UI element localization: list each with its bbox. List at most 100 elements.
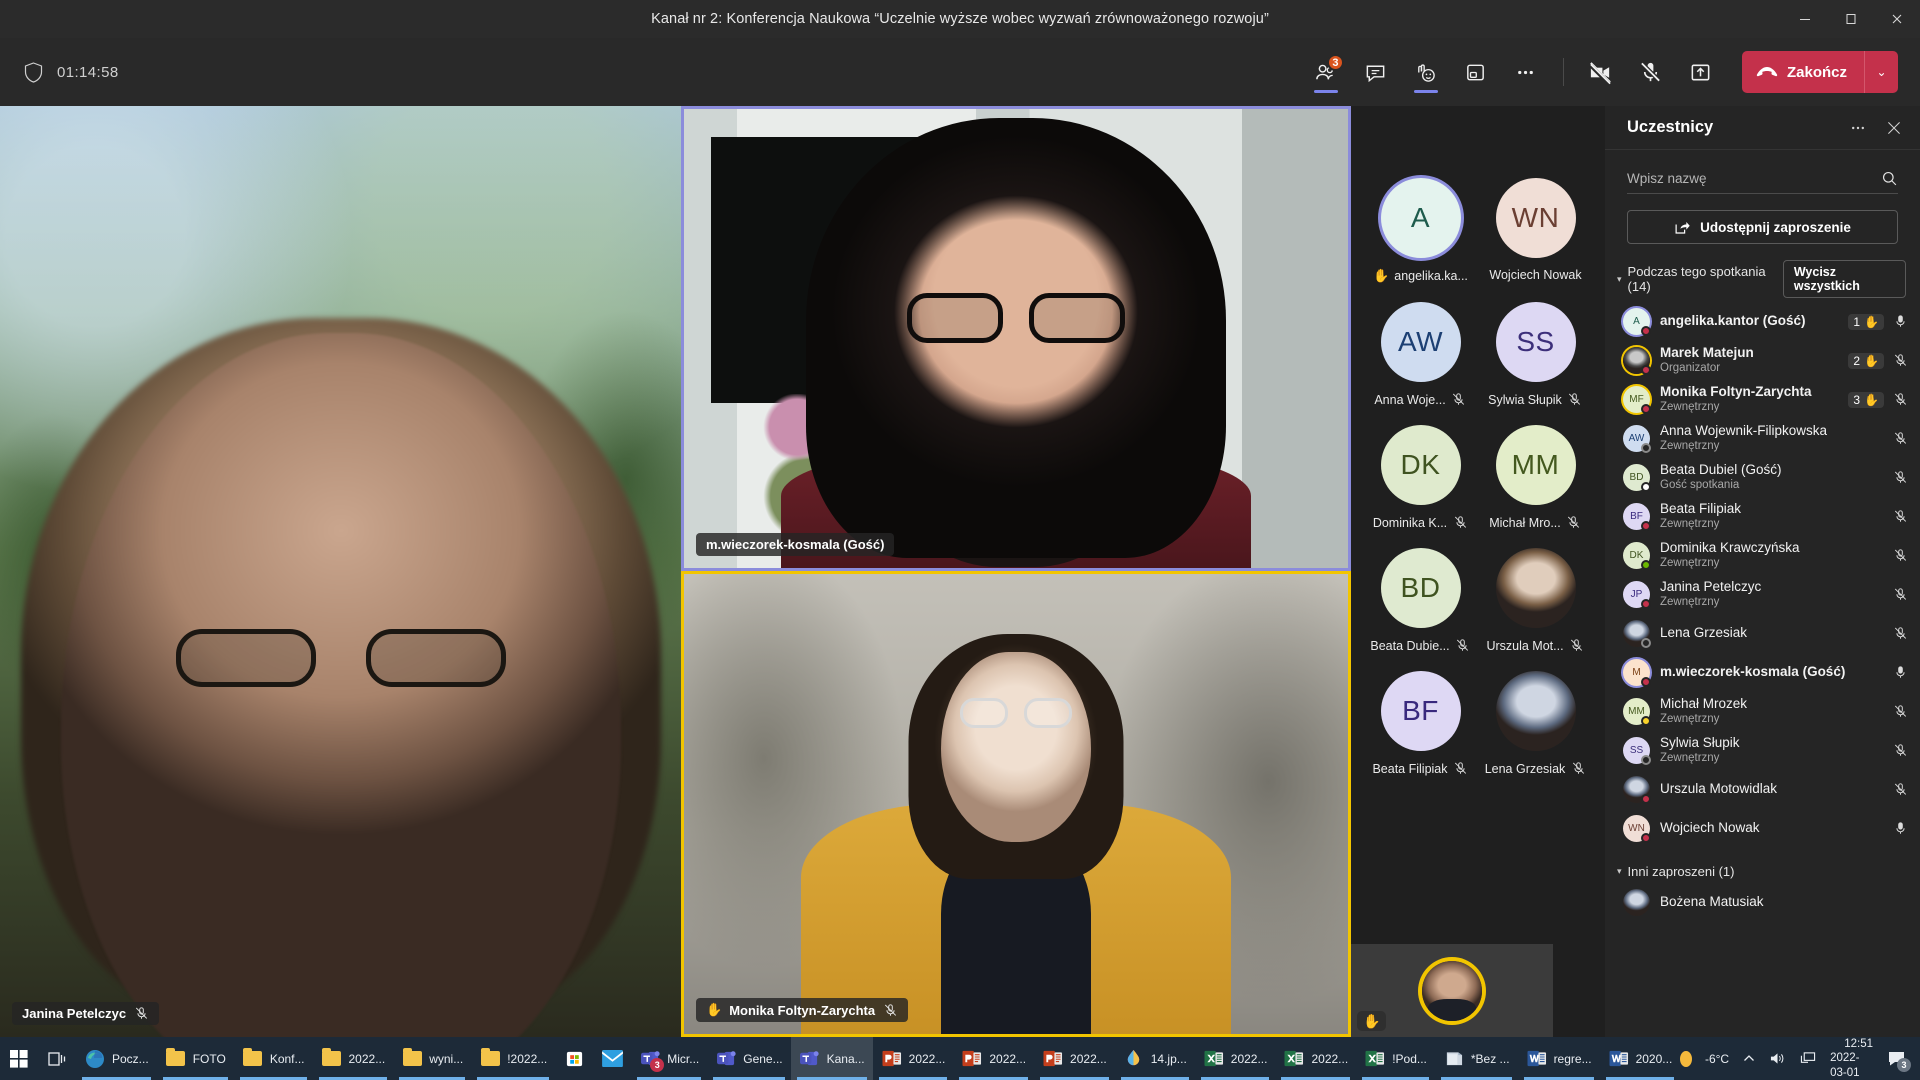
chevron-down-icon[interactable]: ▾ <box>1617 866 1622 877</box>
weather-label[interactable]: -6°C <box>1705 1052 1729 1066</box>
avatar-cell[interactable]: AW Anna Woje... <box>1363 302 1478 407</box>
chat-button[interactable] <box>1353 49 1399 95</box>
video-tile-janina-petelczyc[interactable]: Janina Petelczyc <box>0 106 681 1037</box>
avatar <box>1623 347 1650 374</box>
more-options-button[interactable] <box>1503 49 1549 95</box>
taskbar-item[interactable]: Pocz... <box>76 1037 157 1080</box>
avatar-cell[interactable]: DK Dominika K... <box>1363 425 1478 530</box>
notifications-icon[interactable]: 3 <box>1886 1048 1908 1070</box>
panel-close-button[interactable] <box>1880 114 1908 142</box>
mic-off-icon[interactable] <box>1892 392 1908 407</box>
video-tile-m-wieczorek-kosmala[interactable]: m.wieczorek-kosmala (Gość) <box>681 106 1351 571</box>
taskbar-item[interactable]: regre... <box>1518 1037 1600 1080</box>
hangup-dropdown-button[interactable]: ⌄ <box>1864 51 1898 93</box>
camera-toggle-button[interactable] <box>1578 49 1624 95</box>
avatar-cell[interactable]: SS Sylwia Słupik <box>1478 302 1593 407</box>
participant-row[interactable]: Urszula Motowidlak <box>1605 770 1920 809</box>
mic-off-icon[interactable] <box>1892 353 1908 368</box>
speaker-tile-marek-matejun[interactable]: ✋ <box>1351 944 1553 1037</box>
avatar: MM <box>1623 698 1650 725</box>
avatar-cell[interactable]: Urszula Mot... <box>1478 548 1593 653</box>
share-screen-button[interactable] <box>1678 49 1724 95</box>
volume-icon[interactable] <box>1769 1051 1786 1066</box>
participant-row[interactable]: Bożena Matusiak <box>1605 883 1920 922</box>
maximize-button[interactable] <box>1828 0 1874 38</box>
participant-row[interactable]: SS Sylwia Słupik Zewnętrzny <box>1605 731 1920 770</box>
participant-row[interactable]: Marek Matejun Organizator 2✋ <box>1605 341 1920 380</box>
search-input[interactable] <box>1627 171 1881 186</box>
taskbar-item[interactable] <box>593 1037 631 1080</box>
mic-off-icon[interactable] <box>1892 704 1908 719</box>
minimize-button[interactable] <box>1782 0 1828 38</box>
taskbar-item[interactable]: Konf... <box>234 1037 313 1080</box>
section-in-meeting[interactable]: ▾ Podczas tego spotkania (14) Wycisz wsz… <box>1617 260 1906 298</box>
avatar-cell[interactable]: BD Beata Dubie... <box>1363 548 1478 653</box>
taskbar-item[interactable]: 2022... <box>873 1037 954 1080</box>
mic-off-icon[interactable] <box>1892 509 1908 524</box>
clock[interactable]: 12:51 2022-03-01 <box>1830 1037 1873 1080</box>
taskbar-item[interactable]: 2020... <box>1600 1037 1681 1080</box>
mic-on-icon[interactable] <box>1892 314 1908 329</box>
taskbar-item[interactable]: !Pod... <box>1356 1037 1435 1080</box>
mic-off-icon[interactable] <box>1892 470 1908 485</box>
show-hidden-icons-icon[interactable] <box>1742 1052 1756 1066</box>
avatar-cell[interactable]: WN Wojciech Nowak <box>1478 178 1593 284</box>
share-invite-button[interactable]: Udostępnij zaproszenie <box>1627 210 1898 244</box>
close-button[interactable] <box>1874 0 1920 38</box>
section-other-invited[interactable]: ▾ Inni zaproszeni (1) <box>1617 864 1906 879</box>
participants-button[interactable]: 3 <box>1303 49 1349 95</box>
mic-off-icon[interactable] <box>1892 626 1908 641</box>
breakout-rooms-button[interactable] <box>1453 49 1499 95</box>
mic-off-icon[interactable] <box>1892 587 1908 602</box>
participant-row[interactable]: Lena Grzesiak <box>1605 614 1920 653</box>
taskbar-item[interactable] <box>555 1037 593 1080</box>
taskbar-item[interactable]: wyni... <box>393 1037 471 1080</box>
taskbar-item[interactable]: 14.jp... <box>1115 1037 1195 1080</box>
taskbar-item[interactable]: 2022... <box>1034 1037 1115 1080</box>
participant-row[interactable]: MF Monika Foltyn-Zarychta Zewnętrzny 3✋ <box>1605 380 1920 419</box>
mic-off-icon[interactable] <box>1892 548 1908 563</box>
mic-off-icon[interactable] <box>1892 782 1908 797</box>
participant-row[interactable]: BD Beata Dubiel (Gość) Gość spotkania <box>1605 458 1920 497</box>
participant-row[interactable]: AW Anna Wojewnik-Filipkowska Zewnętrzny <box>1605 419 1920 458</box>
panel-more-button[interactable] <box>1844 114 1872 142</box>
taskbar-item[interactable]: 2022... <box>1195 1037 1276 1080</box>
participant-row[interactable]: A angelika.kantor (Gość) 1✋ <box>1605 302 1920 341</box>
avatar-cell[interactable]: MM Michał Mro... <box>1478 425 1593 530</box>
avatar-cell[interactable]: Lena Grzesiak <box>1478 671 1593 776</box>
chevron-down-icon[interactable]: ▾ <box>1617 274 1622 285</box>
avatar-cell[interactable]: A ✋ angelika.ka... <box>1363 178 1478 284</box>
video-tile-monika-foltyn-zarychta[interactable]: ✋ Monika Foltyn-Zarychta <box>681 571 1351 1037</box>
taskbar-item[interactable]: 2022... <box>1275 1037 1356 1080</box>
mic-off-icon[interactable] <box>1892 743 1908 758</box>
participant-row[interactable]: M m.wieczorek-kosmala (Gość) <box>1605 653 1920 692</box>
network-icon[interactable] <box>1799 1051 1817 1066</box>
taskbar-item[interactable]: !2022... <box>471 1037 555 1080</box>
microphone-toggle-button[interactable] <box>1628 49 1674 95</box>
taskbar-item[interactable]: 2022... <box>313 1037 394 1080</box>
taskbar-item[interactable]: 2022... <box>953 1037 1034 1080</box>
hangup-button[interactable]: Zakończ <box>1742 51 1864 93</box>
participant-row[interactable]: WN Wojciech Nowak <box>1605 809 1920 848</box>
taskbar-item[interactable]: *Bez ... <box>1435 1037 1518 1080</box>
taskbar-item[interactable]: FOTO <box>157 1037 234 1080</box>
mic-off-icon[interactable] <box>1892 431 1908 446</box>
mic-on-icon[interactable] <box>1892 821 1908 836</box>
word-icon <box>1608 1048 1630 1070</box>
participant-row[interactable]: MM Michał Mrozek Zewnętrzny <box>1605 692 1920 731</box>
start-button[interactable] <box>0 1037 38 1080</box>
participant-row[interactable]: DK Dominika Krawczyńska Zewnętrzny <box>1605 536 1920 575</box>
mic-off-icon <box>1452 515 1468 530</box>
reactions-button[interactable] <box>1403 49 1449 95</box>
search-icon[interactable] <box>1881 170 1898 187</box>
participant-row[interactable]: BF Beata Filipiak Zewnętrzny <box>1605 497 1920 536</box>
taskbar-item[interactable]: Gene... <box>707 1037 790 1080</box>
participant-row[interactable]: JP Janina Petelczyc Zewnętrzny <box>1605 575 1920 614</box>
mute-all-button[interactable]: Wycisz wszystkich <box>1783 260 1906 298</box>
avatar-cell[interactable]: BF Beata Filipiak <box>1363 671 1478 776</box>
taskbar-item[interactable]: Kana... <box>791 1037 873 1080</box>
taskbar-item[interactable]: 3Micr... <box>631 1037 707 1080</box>
taskbar-item-label: 2022... <box>1070 1052 1107 1066</box>
mic-on-icon[interactable] <box>1892 665 1908 680</box>
task-view-button[interactable] <box>38 1037 76 1080</box>
